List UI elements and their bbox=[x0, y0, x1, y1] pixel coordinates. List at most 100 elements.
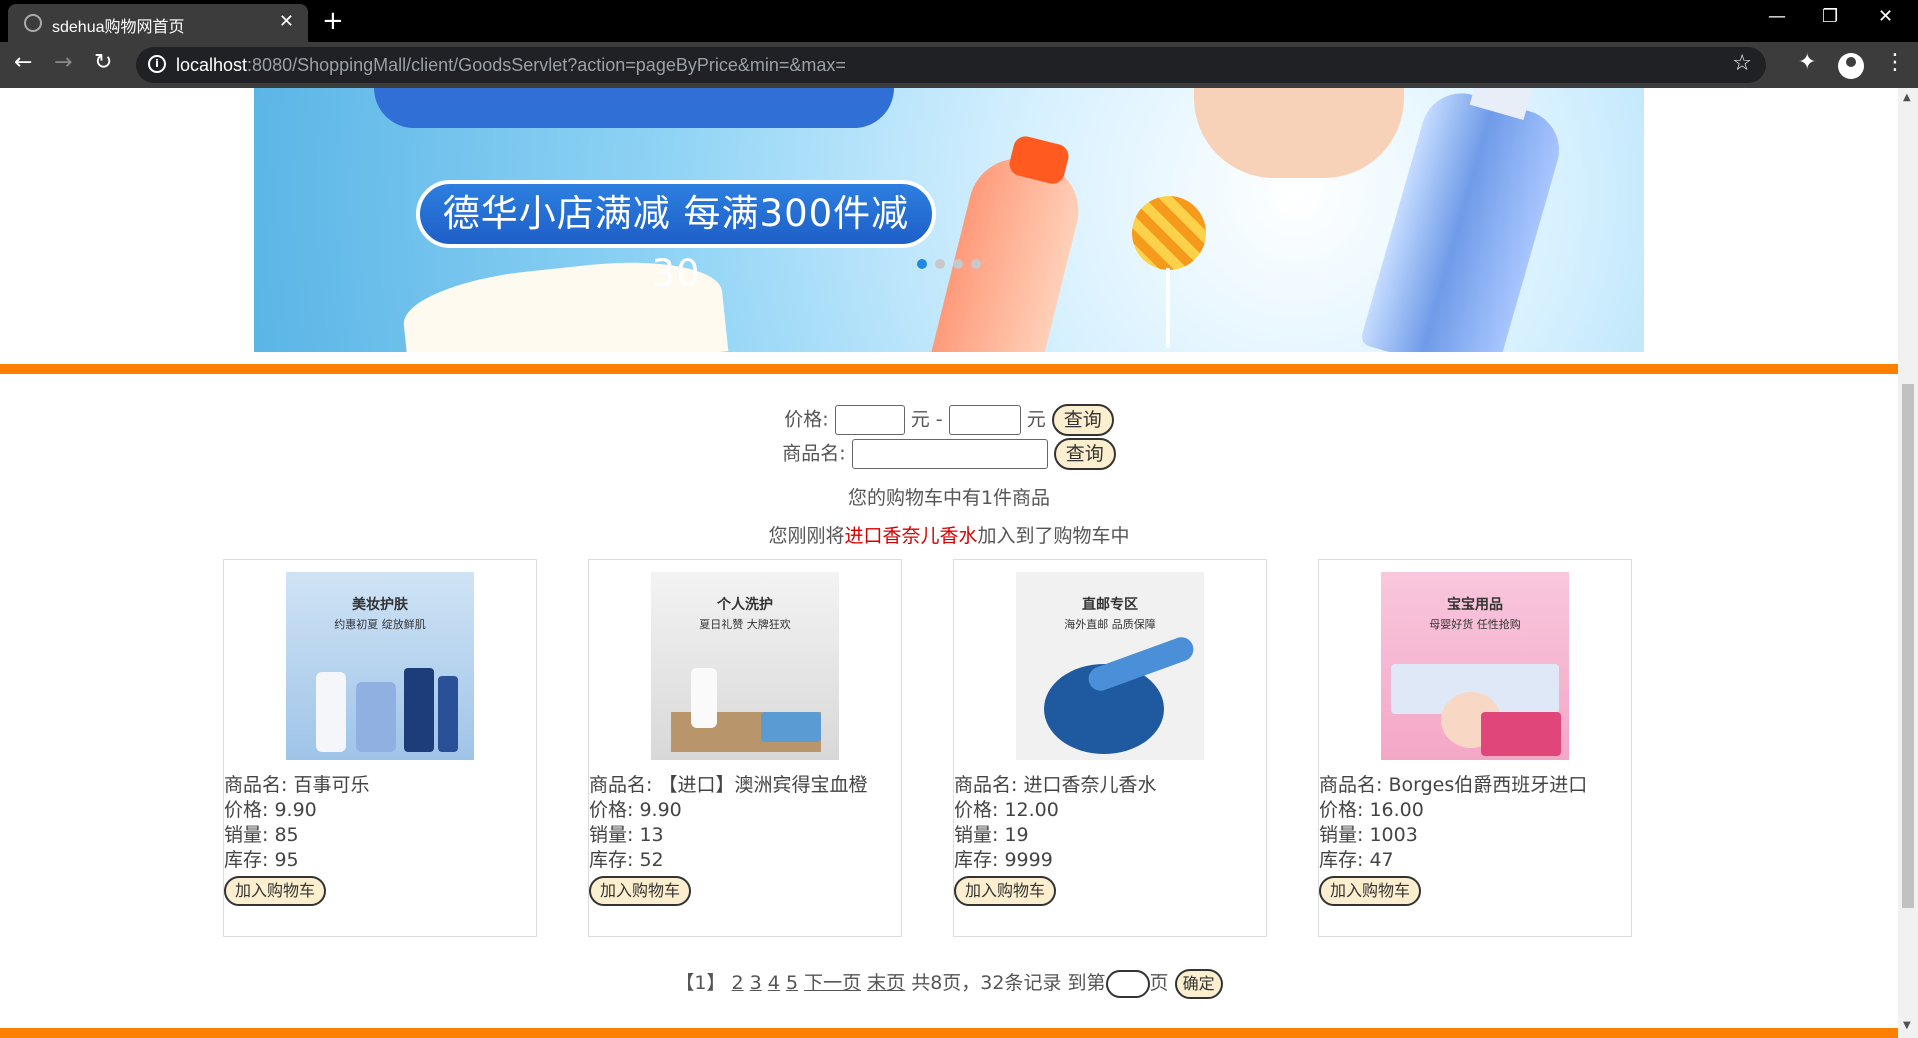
product-price: 价格: 9.90 bbox=[589, 799, 682, 821]
page-content: 德华小店满减 每满300件减30 价格: 元 - 元 查询 商品名: 查询 您的… bbox=[0, 88, 1898, 1038]
goto-confirm-button[interactable]: 确定 bbox=[1174, 968, 1223, 999]
bottle-illustration bbox=[929, 133, 1089, 352]
product-card: 美妆护肤 约惠初夏 绽放鲜肌 商品名: 百事可乐 价格: 9.90 销量: 85… bbox=[223, 559, 537, 937]
product-info: 商品名: Borges伯爵西班牙进口 价格: 16.00 销量: 1003 库存… bbox=[1319, 773, 1587, 873]
browser-tab[interactable]: sdehua购物网首页 ✕ bbox=[8, 4, 308, 42]
price-query-button[interactable]: 查询 bbox=[1051, 404, 1114, 436]
name-label: 商品名: bbox=[782, 442, 846, 465]
product-name-input[interactable] bbox=[851, 439, 1048, 469]
add-to-cart-button[interactable]: 加入购物车 bbox=[954, 876, 1057, 906]
image-caption-sub: 约惠初夏 绽放鲜肌 bbox=[334, 618, 426, 631]
product-name: 商品名: 进口香奈儿香水 bbox=[954, 774, 1157, 796]
price-search-row: 价格: 元 - 元 查询 bbox=[0, 404, 1898, 436]
forward-icon[interactable]: → bbox=[54, 50, 72, 75]
product-stock: 库存: 47 bbox=[1319, 849, 1394, 871]
image-caption-title: 直邮专区 bbox=[1082, 597, 1138, 613]
product-image[interactable]: 美妆护肤 约惠初夏 绽放鲜肌 bbox=[286, 572, 474, 760]
browser-toolbar: ← → ↻ i localhost:8080/ShoppingMall/clie… bbox=[0, 42, 1918, 88]
product-price: 价格: 9.90 bbox=[224, 799, 317, 821]
extensions-icon[interactable]: ✦ bbox=[1798, 50, 1816, 75]
add-to-cart-button[interactable]: 加入购物车 bbox=[1319, 876, 1422, 906]
product-image[interactable]: 直邮专区 海外直邮 品质保障 bbox=[1016, 572, 1204, 760]
minimize-icon[interactable]: — bbox=[1768, 6, 1786, 27]
max-price-input[interactable] bbox=[948, 405, 1021, 435]
product-name: 商品名: 百事可乐 bbox=[224, 774, 370, 796]
product-image[interactable]: 宝宝用品 母婴好货 任性抢购 bbox=[1381, 572, 1569, 760]
min-price-input[interactable] bbox=[834, 405, 905, 435]
price-label: 价格: bbox=[784, 408, 829, 431]
product-stock: 库存: 95 bbox=[224, 849, 299, 871]
page-scrollbar[interactable]: ▲ ▼ bbox=[1898, 88, 1918, 1038]
promo-banner[interactable]: 德华小店满减 每满300件减30 bbox=[254, 88, 1644, 352]
name-search-row: 商品名: 查询 bbox=[0, 438, 1898, 470]
image-caption-sub: 母婴好货 任性抢购 bbox=[1429, 618, 1521, 631]
footer-divider-bar bbox=[0, 1028, 1898, 1038]
carousel-dot[interactable] bbox=[935, 259, 945, 269]
back-icon[interactable]: ← bbox=[14, 50, 32, 75]
product-stock: 库存: 9999 bbox=[954, 849, 1053, 871]
divider-bar bbox=[0, 364, 1898, 374]
name-query-button[interactable]: 查询 bbox=[1053, 438, 1116, 470]
lollipop-stick bbox=[1166, 268, 1170, 348]
cart-count: 您的购物车中有1件商品 bbox=[847, 487, 1051, 509]
product-image[interactable]: 个人洗护 夏日礼赞 大牌狂欢 bbox=[651, 572, 839, 760]
yuan-label: 元 bbox=[1026, 408, 1046, 431]
figure-illustration bbox=[1194, 88, 1404, 178]
current-page: 【1】 bbox=[675, 972, 726, 994]
page-link-4[interactable]: 4 bbox=[768, 972, 780, 994]
product-sales: 销量: 19 bbox=[954, 824, 1029, 846]
scroll-down-arrow-icon[interactable]: ▼ bbox=[1903, 1020, 1911, 1031]
url-text: localhost:8080/ShoppingMall/client/Goods… bbox=[176, 55, 846, 75]
tab-title: sdehua购物网首页 bbox=[52, 19, 185, 36]
goto-page-input[interactable] bbox=[1105, 969, 1150, 998]
banner-headline-shape bbox=[374, 88, 894, 128]
goto-prefix: 到第 bbox=[1067, 972, 1106, 994]
close-tab-icon[interactable]: ✕ bbox=[279, 11, 294, 32]
page-link-5[interactable]: 5 bbox=[786, 972, 798, 994]
product-price: 价格: 12.00 bbox=[954, 799, 1059, 821]
carousel-dot[interactable] bbox=[971, 259, 981, 269]
add-to-cart-button[interactable]: 加入购物车 bbox=[224, 876, 327, 906]
image-caption-sub: 海外直邮 品质保障 bbox=[1064, 618, 1156, 631]
reload-icon[interactable]: ↻ bbox=[94, 50, 112, 75]
next-page-link[interactable]: 下一页 bbox=[804, 972, 861, 994]
product-name: 商品名: 【进口】澳洲宾得宝血橙 bbox=[589, 774, 868, 796]
product-card: 个人洗护 夏日礼赞 大牌狂欢 商品名: 【进口】澳洲宾得宝血橙 价格: 9.90… bbox=[588, 559, 902, 937]
scrollbar-thumb[interactable] bbox=[1902, 384, 1914, 908]
image-caption-title: 个人洗护 bbox=[717, 597, 773, 613]
image-caption-title: 美妆护肤 bbox=[352, 597, 408, 613]
new-tab-icon[interactable]: + bbox=[322, 6, 344, 36]
product-card: 直邮专区 海外直邮 品质保障 商品名: 进口香奈儿香水 价格: 12.00 销量… bbox=[953, 559, 1267, 937]
bookmark-star-icon[interactable]: ☆ bbox=[1732, 51, 1752, 76]
dash-label: - bbox=[935, 408, 943, 431]
carousel-dot[interactable] bbox=[917, 259, 927, 269]
goto-suffix: 页 bbox=[1149, 972, 1169, 994]
close-window-icon[interactable]: ✕ bbox=[1878, 6, 1893, 27]
banner-promo-text: 德华小店满减 每满300件减30 bbox=[416, 180, 936, 295]
page-summary: 共8页，32条记录 bbox=[911, 972, 1062, 994]
yuan-label: 元 bbox=[910, 408, 930, 431]
add-to-cart-button[interactable]: 加入购物车 bbox=[589, 876, 692, 906]
info-icon[interactable]: i bbox=[148, 55, 166, 73]
cart-added-message: 您刚刚将进口香奈儿香水加入到了购物车中 bbox=[768, 525, 1130, 547]
added-item-name[interactable]: 进口香奈儿香水 bbox=[844, 525, 977, 547]
product-sales: 销量: 85 bbox=[224, 824, 299, 846]
profile-avatar-icon[interactable] bbox=[1838, 53, 1864, 79]
carousel-dots bbox=[917, 254, 989, 273]
page-link-3[interactable]: 3 bbox=[750, 972, 762, 994]
product-name: 商品名: Borges伯爵西班牙进口 bbox=[1319, 774, 1588, 796]
last-page-link[interactable]: 末页 bbox=[867, 972, 905, 994]
restore-icon[interactable]: ❐ bbox=[1822, 6, 1838, 27]
menu-dots-icon[interactable]: ⋮ bbox=[1884, 50, 1906, 75]
page-link-2[interactable]: 2 bbox=[732, 972, 744, 994]
product-price: 价格: 16.00 bbox=[1319, 799, 1424, 821]
carousel-dot[interactable] bbox=[953, 259, 963, 269]
product-stock: 库存: 52 bbox=[589, 849, 664, 871]
product-info: 商品名: 进口香奈儿香水 价格: 12.00 销量: 19 库存: 9999 bbox=[954, 773, 1156, 873]
browser-titlebar: sdehua购物网首页 ✕ + — ❐ ✕ bbox=[0, 0, 1918, 42]
pagination: 【1】 2 3 4 5 下一页 末页 共8页，32条记录 到第 页 确定 bbox=[0, 968, 1898, 999]
product-sales: 销量: 1003 bbox=[1319, 824, 1418, 846]
scroll-up-arrow-icon[interactable]: ▲ bbox=[1903, 92, 1911, 103]
product-info: 商品名: 【进口】澳洲宾得宝血橙 价格: 9.90 销量: 13 库存: 52 bbox=[589, 773, 867, 873]
address-bar[interactable]: i localhost:8080/ShoppingMall/client/Goo… bbox=[136, 47, 1766, 83]
